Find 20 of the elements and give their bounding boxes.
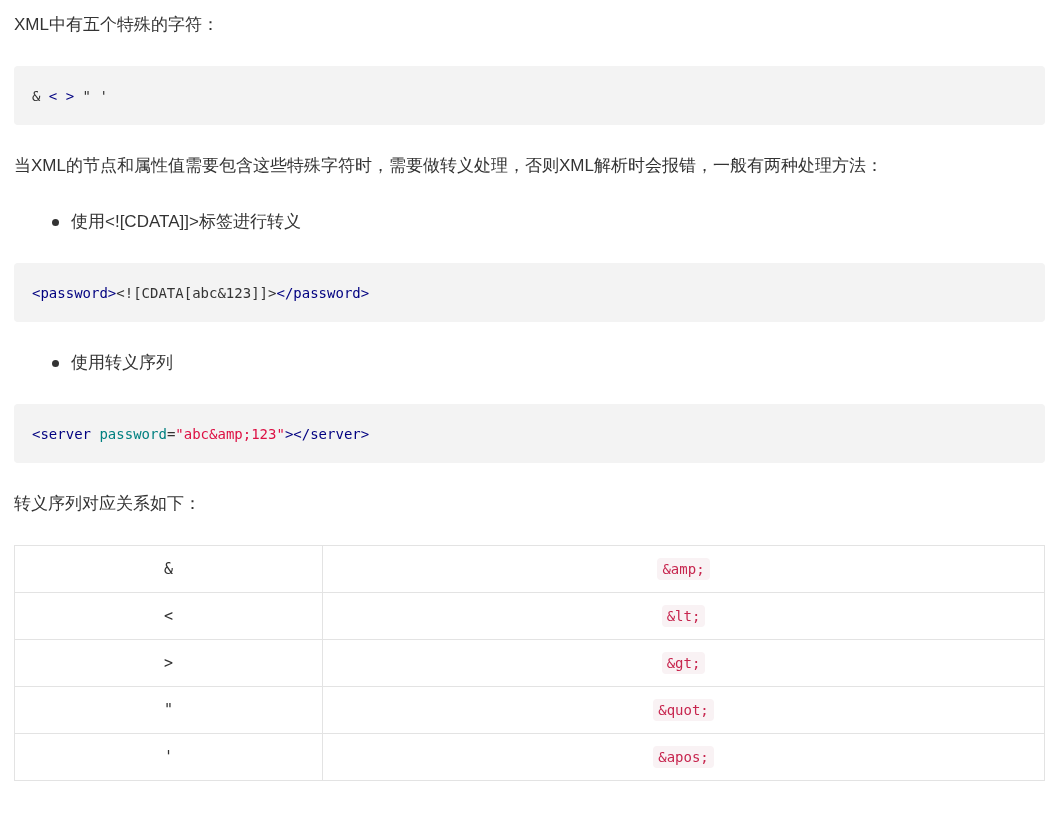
table-cell: ' [164, 748, 173, 766]
paragraph: 当XML的节点和属性值需要包含这些特殊字符时，需要做转义处理，否则XML解析时会报错，一般有两种处理方法： [14, 155, 884, 177]
bullet-icon [52, 218, 59, 226]
paragraph: XML中有五个特殊的字符： [14, 14, 220, 36]
code-block: & < > " ' [14, 66, 1045, 125]
code-block: <server password="abc&amp;123"></server> [14, 404, 1045, 463]
paragraph: 转义序列对应关系如下： [14, 493, 202, 515]
inline-code: &apos; [653, 746, 714, 768]
table-cell: < [164, 607, 173, 625]
table-cell: " [164, 701, 173, 719]
inline-code: &quot; [653, 699, 714, 721]
inline-code: &gt; [661, 652, 706, 674]
table-cell: > [164, 654, 173, 672]
table-cell: & [164, 560, 173, 578]
inline-code: &lt; [661, 605, 706, 627]
list-item: 使用<![CDATA]]>标签进行转义 [71, 211, 301, 233]
bullet-icon [52, 359, 59, 367]
inline-code: &amp; [657, 558, 710, 580]
list-item: 使用转义序列 [71, 352, 173, 374]
code-block: <password><![CDATA[abc&123]]></password> [14, 263, 1045, 322]
